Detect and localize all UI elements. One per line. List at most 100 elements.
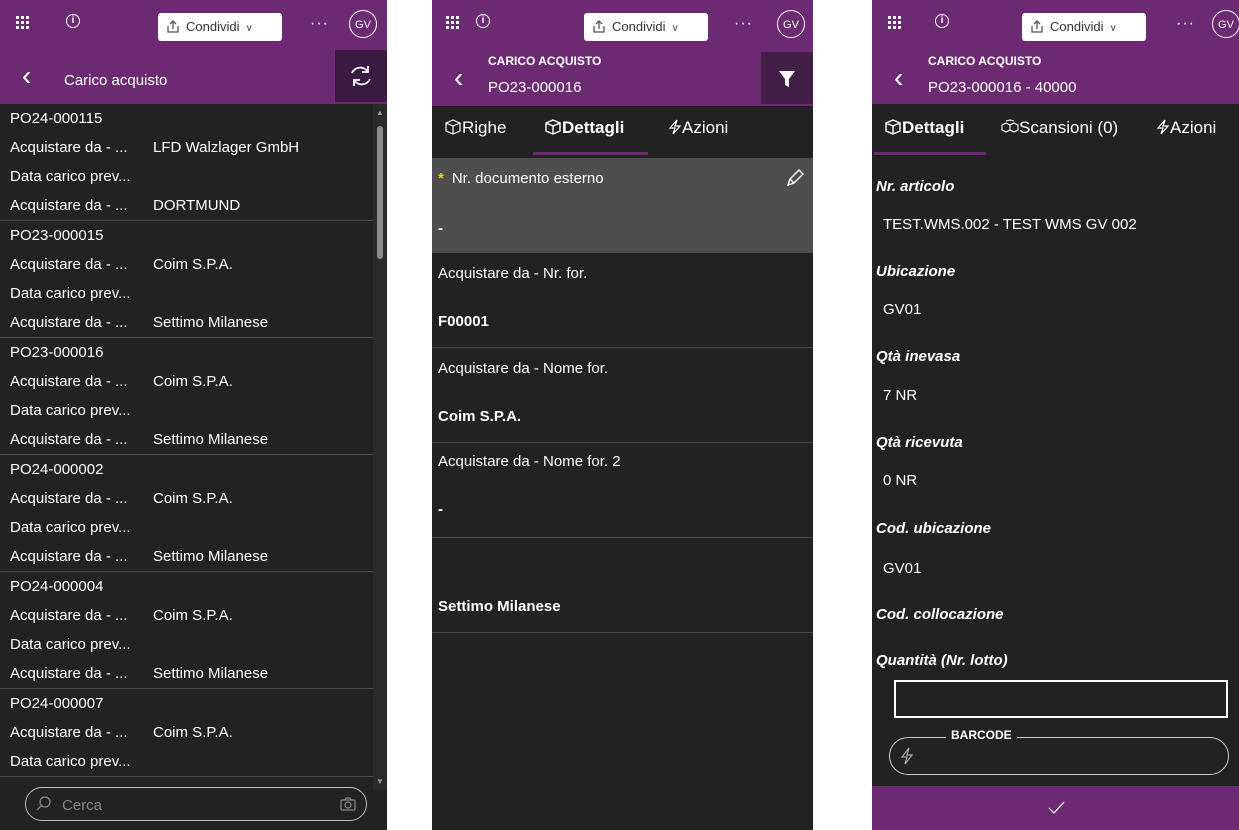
vendor-row: Acquistare da - ... Coim S.P.A. — [0, 250, 373, 279]
tab-scansioni[interactable]: Scansioni (0) — [999, 118, 1118, 138]
filter-button[interactable] — [761, 52, 813, 104]
list-item[interactable]: PO23-000016 Acquistare da - ... Coim S.P.… — [0, 338, 373, 455]
list-scrollbar[interactable]: ▲ ▼ — [373, 104, 387, 790]
tab-azioni[interactable]: Azioni — [1156, 118, 1216, 138]
info-icon[interactable]: i — [476, 14, 490, 28]
scrollbar-thumb[interactable] — [377, 126, 383, 259]
active-tab-indicator — [874, 152, 986, 155]
back-arrow-icon[interactable]: ‹ — [22, 62, 31, 90]
tab-azioni[interactable]: Azioni — [668, 118, 728, 138]
tab-label: Righe — [462, 118, 507, 137]
list-item[interactable]: PO24-000004 Acquistare da - ... Coim S.P.… — [0, 572, 373, 689]
tab-label: Dettagli — [902, 118, 965, 137]
share-button[interactable]: Condividi ∨ — [158, 13, 282, 41]
search-icon — [36, 796, 51, 811]
line-detail-screen: i Condividi ∨ ··· GV ‹ CARICO ACQUISTO PO… — [872, 0, 1239, 830]
order-number: PO24-000004 — [10, 578, 104, 595]
outstanding-qty-value: 7 NR — [883, 387, 918, 404]
placement-code-label: Cod. collocazione — [876, 606, 1004, 623]
back-arrow-icon[interactable]: ‹ — [454, 64, 463, 92]
scroll-up-icon[interactable]: ▲ — [376, 108, 384, 117]
city-row: Acquistare da - ... Settimo Milanese — [0, 659, 373, 688]
tab-righe[interactable]: Righe — [444, 118, 506, 138]
field-external-document-no[interactable]: * Nr. documento esterno - — [432, 158, 813, 253]
date-label: Data carico prev... — [10, 636, 131, 653]
bin-code-label: Cod. ubicazione — [876, 520, 992, 537]
city-row: Acquistare da - ... Settimo Milanese — [0, 542, 373, 571]
received-qty-value: 0 NR — [883, 472, 918, 489]
quantity-lot-label: Quantità (Nr. lotto) — [876, 652, 1008, 669]
field-label: Acquistare da - Nr. for. — [438, 265, 588, 282]
cube-icon — [545, 119, 561, 135]
list-item[interactable]: PO23-000015 Acquistare da - ... Coim S.P.… — [0, 221, 373, 338]
city-row: Acquistare da - ... Settimo Milanese — [0, 425, 373, 454]
purchase-receipt-list-screen: i Condividi ∨ ··· GV ‹ Carico acquisto PO… — [0, 0, 387, 830]
tab-label: Azioni — [682, 118, 729, 137]
tab-dettagli[interactable]: Dettagli — [884, 118, 964, 138]
field-label: * Nr. documento esterno — [438, 170, 604, 187]
avatar[interactable]: GV — [777, 10, 805, 38]
list-item[interactable]: PO24-000007 Acquistare da - ... Coim S.P.… — [0, 689, 373, 777]
share-button[interactable]: Condividi ∨ — [1022, 13, 1146, 41]
more-options-icon[interactable]: ··· — [1176, 15, 1195, 33]
lightning-icon — [668, 119, 682, 135]
active-tab-indicator — [533, 152, 648, 155]
list-item[interactable]: PO24-000002 Acquistare da - ... Coim S.P.… — [0, 455, 373, 572]
vendor-label: Acquistare da - ... — [10, 607, 128, 624]
vendor-row: Acquistare da - ... Coim S.P.A. — [0, 484, 373, 513]
vendor-value: Coim S.P.A. — [153, 490, 233, 507]
field-vendor-name: Acquistare da - Nome for. Coim S.P.A. — [432, 348, 813, 443]
city-label: Acquistare da - ... — [10, 665, 128, 682]
tab-bar: Righe Dettagli Azioni — [432, 108, 813, 156]
order-number: PO23-000016 — [10, 344, 104, 361]
refresh-icon — [351, 66, 371, 86]
city-row: Acquistare da - ... Settimo Milanese — [0, 308, 373, 337]
item-no-label: Nr. articolo — [876, 178, 955, 195]
search-input[interactable] — [60, 794, 324, 816]
app-launcher-icon[interactable] — [16, 16, 30, 30]
app-header: i Condividi ∨ ··· GV ‹ CARICO ACQUISTO PO… — [432, 0, 813, 106]
lightning-icon — [900, 747, 914, 765]
app-launcher-icon[interactable] — [888, 16, 902, 30]
list-item[interactable]: PO24-000115 Acquistare da - ... LFD Walzl… — [0, 104, 373, 221]
info-icon[interactable]: i — [935, 14, 949, 28]
field-value: - — [438, 220, 443, 237]
purchase-order-list: PO24-000115 Acquistare da - ... LFD Walzl… — [0, 104, 373, 790]
order-detail-screen: i Condividi ∨ ··· GV ‹ CARICO ACQUISTO PO… — [432, 0, 813, 830]
search-box[interactable] — [25, 787, 367, 821]
order-number: PO24-000002 — [10, 461, 104, 478]
refresh-button[interactable] — [335, 50, 387, 102]
quantity-input[interactable] — [894, 680, 1228, 718]
field-label: Acquistare da - Nome for. 2 — [438, 453, 621, 470]
info-icon[interactable]: i — [66, 14, 80, 28]
chevron-down-icon: ∨ — [671, 23, 679, 34]
tab-label: Dettagli — [562, 118, 625, 137]
tab-dettagli[interactable]: Dettagli — [544, 118, 624, 138]
share-button[interactable]: Condividi ∨ — [584, 13, 708, 41]
camera-icon[interactable] — [340, 797, 356, 811]
city-label: Acquistare da - ... — [10, 197, 128, 214]
avatar[interactable]: GV — [1212, 10, 1239, 38]
order-number: PO23-000015 — [10, 227, 104, 244]
vendor-value: Coim S.P.A. — [153, 724, 233, 741]
vendor-value: Coim S.P.A. — [153, 256, 233, 273]
field-value: - — [438, 501, 443, 518]
confirm-button[interactable] — [872, 786, 1239, 830]
tab-label: Scansioni (0) — [1019, 118, 1119, 137]
received-qty-label: Qtà ricevuta — [876, 434, 963, 451]
vendor-label: Acquistare da - ... — [10, 373, 128, 390]
avatar[interactable]: GV — [349, 10, 377, 38]
scroll-down-icon[interactable]: ▼ — [376, 777, 384, 786]
date-label: Data carico prev... — [10, 402, 131, 419]
date-label: Data carico prev... — [10, 519, 131, 536]
app-launcher-icon[interactable] — [446, 16, 460, 30]
date-label: Data carico prev... — [10, 285, 131, 302]
more-options-icon[interactable]: ··· — [310, 15, 329, 33]
order-number: PO24-000007 — [10, 695, 104, 712]
lightning-icon — [1156, 119, 1170, 135]
more-options-icon[interactable]: ··· — [734, 15, 753, 33]
back-arrow-icon[interactable]: ‹ — [894, 64, 903, 92]
edit-pencil-icon[interactable] — [785, 168, 805, 188]
barcode-field[interactable]: BARCODE — [889, 728, 1229, 775]
vendor-label: Acquistare da - ... — [10, 139, 128, 156]
